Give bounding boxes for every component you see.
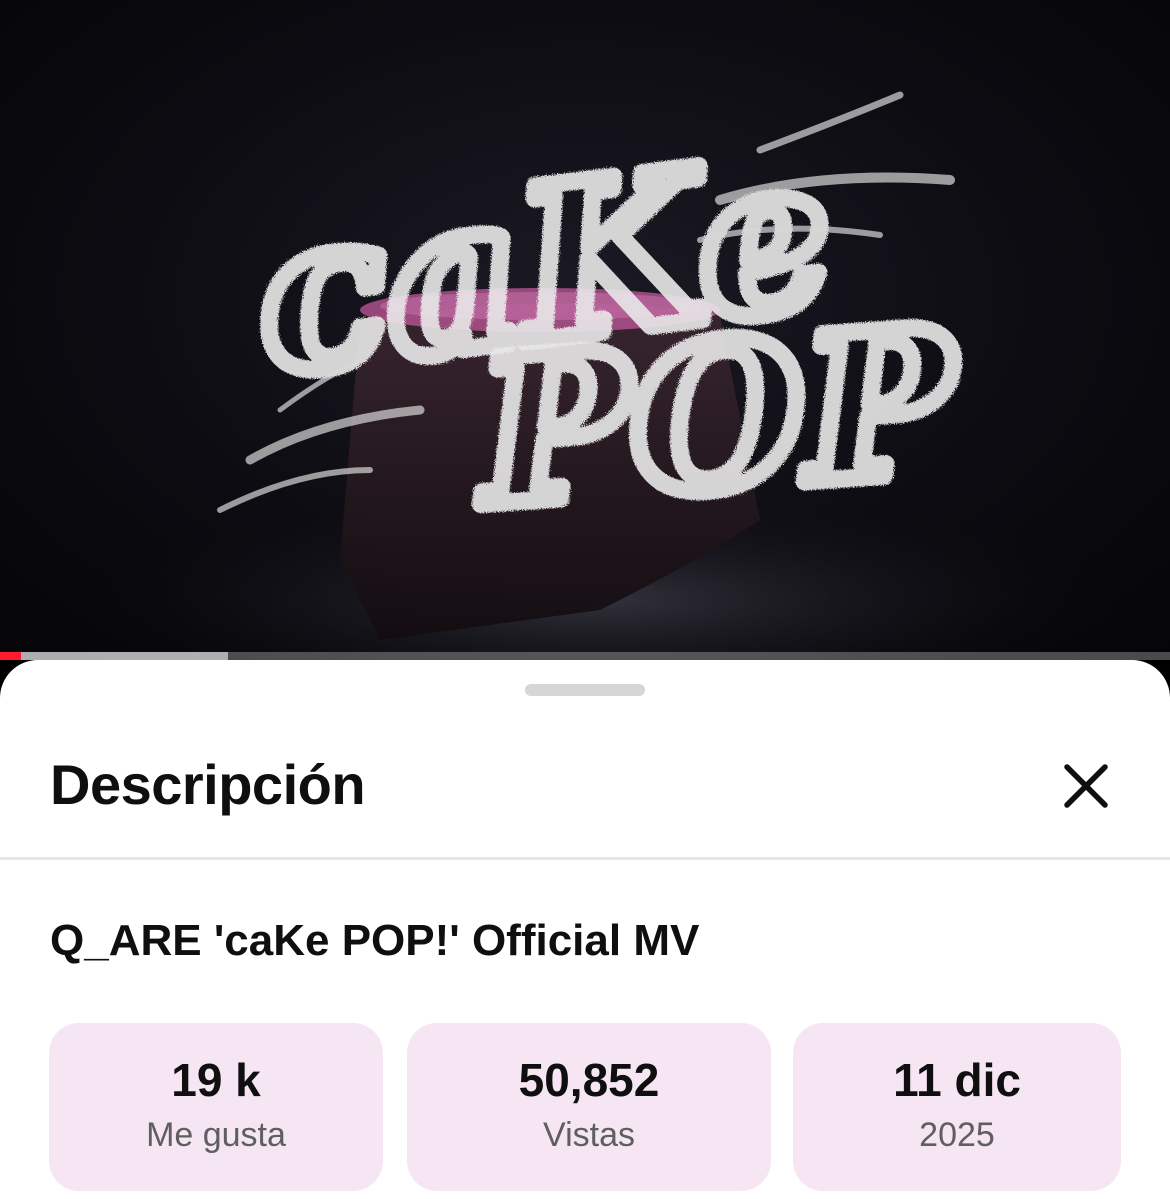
sheet-title: Descripción: [50, 753, 366, 816]
screen: caKe POP Descripción Q_ARE 'caKe POP!' O…: [0, 0, 1170, 1199]
likes-count: 19 k: [171, 1054, 261, 1106]
date-stat: 11 dic 2025: [793, 1023, 1121, 1191]
video-player[interactable]: caKe POP: [0, 0, 1170, 660]
views-stat: 50,852 Vistas: [407, 1023, 771, 1191]
views-count: 50,852: [518, 1054, 660, 1106]
video-frame: caKe POP: [80, 91, 1120, 660]
video-progress-bar[interactable]: [0, 652, 1170, 660]
progress-played: [0, 652, 22, 660]
likes-label: Me gusta: [146, 1116, 286, 1154]
title-art-line2: POP: [467, 284, 968, 552]
close-icon: [1064, 764, 1108, 808]
divider: [0, 857, 1170, 860]
sheet-drag-handle[interactable]: [525, 684, 645, 696]
video-title: Q_ARE 'caKe POP!' Official MV: [50, 916, 700, 965]
publish-date: 11 dic: [893, 1054, 1021, 1106]
likes-stat: 19 k Me gusta: [49, 1023, 383, 1191]
progress-buffered: [0, 652, 229, 660]
description-sheet: Descripción Q_ARE 'caKe POP!' Official M…: [0, 660, 1170, 1199]
views-label: Vistas: [543, 1116, 635, 1154]
close-button[interactable]: [1050, 750, 1122, 822]
publish-year: 2025: [919, 1116, 995, 1154]
